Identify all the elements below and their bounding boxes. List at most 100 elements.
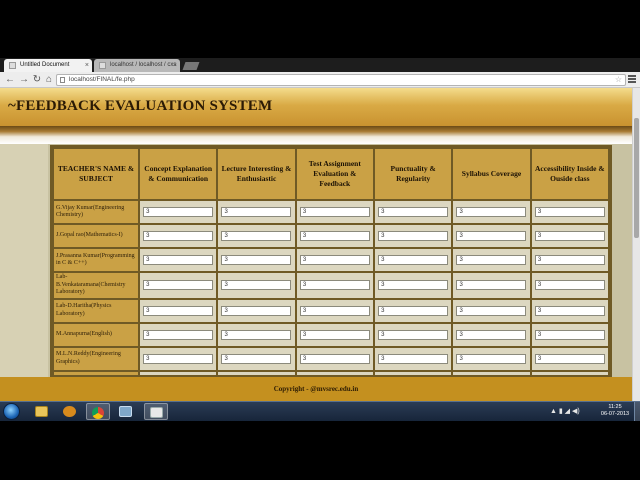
teacher-name-cell: M.Annapurna(English) — [54, 323, 138, 346]
column-header: Lecture Interesting & Enthusiastic — [218, 149, 295, 199]
back-button[interactable]: ← — [4, 74, 16, 86]
score-input[interactable]: 3 — [299, 231, 370, 241]
score-input[interactable]: 3 — [299, 207, 370, 217]
score-input[interactable]: 3 — [378, 305, 449, 316]
score-input[interactable]: 3 — [378, 231, 449, 241]
address-bar-url: localhost/FINAL/fe.php — [69, 76, 135, 83]
score-cell: 3 — [531, 299, 608, 322]
score-input[interactable]: 3 — [143, 353, 214, 364]
score-input[interactable]: 3 — [221, 255, 292, 265]
score-cell: 3 — [374, 249, 452, 271]
score-input[interactable]: 3 — [143, 255, 214, 265]
score-input[interactable]: 3 — [299, 255, 370, 265]
table-row: J.Prasanna Kumar(Programming in C & C++)… — [54, 249, 608, 271]
score-input[interactable]: 3 — [221, 305, 292, 316]
page-header: ~FEEDBACK EVALUATION SYSTEM — [0, 88, 632, 126]
home-button[interactable]: ⌂ — [43, 74, 55, 86]
new-tab-button[interactable] — [182, 62, 200, 70]
column-header: Syllabus Coverage — [453, 149, 530, 199]
score-cell: 3 — [218, 273, 295, 298]
show-desktop-button[interactable] — [634, 402, 640, 421]
score-cell: 3 — [374, 273, 452, 298]
score-cell: 3 — [296, 225, 373, 247]
header-gradient-band — [0, 126, 632, 144]
taskbar-chrome[interactable] — [86, 403, 110, 420]
score-input[interactable]: 3 — [299, 353, 370, 364]
score-input[interactable]: 3 — [534, 255, 605, 265]
score-input[interactable]: 3 — [221, 207, 292, 217]
score-input[interactable]: 3 — [456, 329, 527, 340]
reload-button[interactable]: ↻ — [31, 74, 43, 86]
score-input[interactable]: 3 — [456, 353, 527, 364]
score-input[interactable]: 3 — [378, 207, 449, 217]
score-input[interactable]: 3 — [378, 329, 449, 340]
vertical-scrollbar[interactable] — [632, 88, 640, 401]
score-input[interactable]: 3 — [456, 207, 527, 217]
clock-time: 11:25 — [608, 404, 622, 410]
score-input[interactable]: 3 — [456, 280, 527, 291]
taskbar-app[interactable] — [114, 403, 138, 420]
score-cell: 3 — [531, 249, 608, 271]
page-viewport: ~FEEDBACK EVALUATION SYSTEM TEACHER'S NA… — [0, 88, 632, 401]
score-cell: 3 — [296, 273, 373, 298]
score-input[interactable]: 3 — [378, 255, 449, 265]
start-button[interactable] — [3, 403, 20, 420]
score-cell: 3 — [296, 201, 373, 223]
score-input[interactable]: 3 — [456, 231, 527, 241]
score-input[interactable]: 3 — [143, 329, 214, 340]
score-cell: 3 — [140, 225, 217, 247]
address-bar[interactable]: localhost/FINAL/fe.php ☆ — [56, 74, 626, 86]
score-input[interactable]: 3 — [143, 207, 214, 217]
close-tab-icon[interactable]: × — [173, 59, 177, 72]
score-input[interactable]: 3 — [378, 280, 449, 291]
score-cell: 3 — [296, 299, 373, 322]
score-input[interactable]: 3 — [143, 280, 214, 291]
table-row: M.L.N.Reddy(Engineering Graphics) 3 3 3 3 3 3 — [54, 347, 608, 370]
taskbar-clock[interactable]: 11:25 06-07-2013 — [598, 404, 632, 418]
table-row: Lab-D.Haritha(Physics Laboratory) 3 3 3 3 3 3 — [54, 299, 608, 322]
score-input[interactable]: 3 — [143, 305, 214, 316]
score-input[interactable]: 3 — [221, 329, 292, 340]
tab-strip: Untitled Document × localhost / localhos… — [0, 58, 640, 126]
score-input[interactable]: 3 — [378, 353, 449, 364]
score-input[interactable]: 3 — [299, 305, 370, 316]
score-cell: 3 — [374, 299, 452, 322]
score-input[interactable]: 3 — [221, 280, 292, 291]
tab-localhost[interactable]: localhost / localhost / cxs × — [94, 59, 180, 72]
taskbar-notepad[interactable] — [144, 403, 168, 420]
score-input[interactable]: 3 — [299, 329, 370, 340]
bookmark-star-icon[interactable]: ☆ — [615, 75, 622, 85]
score-cell: 3 — [218, 249, 295, 271]
score-input[interactable]: 3 — [534, 207, 605, 217]
score-input[interactable]: 3 — [534, 280, 605, 291]
forward-button[interactable]: → — [18, 74, 30, 86]
score-cell: 3 — [531, 323, 608, 346]
system-tray-icons[interactable]: ▲ ▮ ◢ ◀) — [550, 407, 580, 415]
score-cell: 3 — [218, 323, 295, 346]
score-input[interactable]: 3 — [534, 305, 605, 316]
column-header: TEACHER'S NAME & SUBJECT — [54, 149, 138, 199]
score-input[interactable]: 3 — [143, 231, 214, 241]
score-input[interactable]: 3 — [456, 255, 527, 265]
score-input[interactable]: 3 — [534, 329, 605, 340]
left-margin — [0, 144, 48, 384]
folder-icon — [35, 406, 48, 417]
taskbar-explorer[interactable] — [30, 403, 54, 420]
score-input[interactable]: 3 — [299, 280, 370, 291]
score-cell: 3 — [453, 249, 530, 271]
score-input[interactable]: 3 — [534, 353, 605, 364]
close-tab-icon[interactable]: × — [85, 59, 89, 72]
score-input[interactable]: 3 — [221, 353, 292, 364]
score-input[interactable]: 3 — [221, 231, 292, 241]
taskbar-media-player[interactable] — [58, 403, 82, 420]
chrome-menu-icon[interactable] — [628, 75, 636, 85]
score-cell: 3 — [453, 299, 530, 322]
scrollbar-thumb[interactable] — [634, 118, 639, 238]
score-cell: 3 — [531, 347, 608, 370]
score-input[interactable]: 3 — [534, 231, 605, 241]
score-input[interactable]: 3 — [456, 305, 527, 316]
table-header-row: TEACHER'S NAME & SUBJECT Concept Explana… — [54, 149, 608, 199]
score-cell: 3 — [296, 249, 373, 271]
tab-untitled-document[interactable]: Untitled Document × — [4, 59, 92, 72]
tab-label: Untitled Document — [20, 62, 70, 68]
